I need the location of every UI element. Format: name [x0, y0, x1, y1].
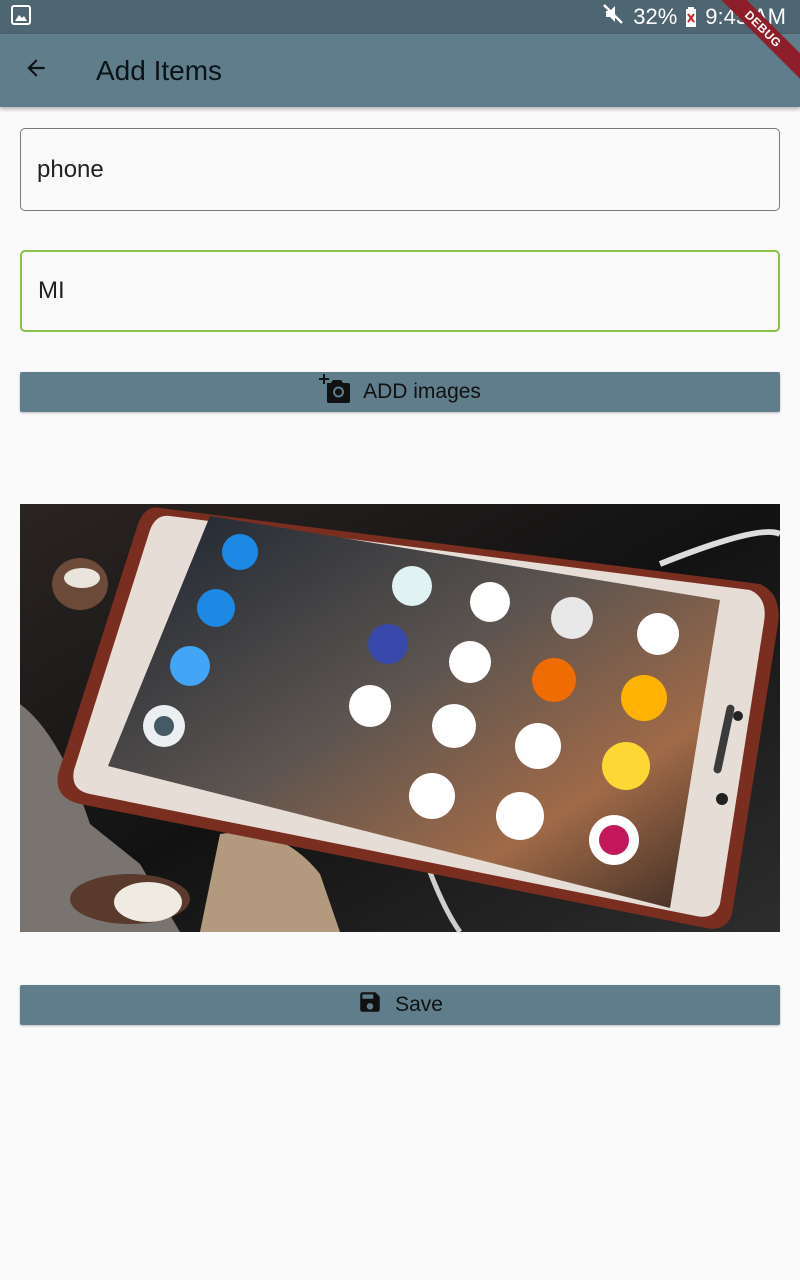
arrow-back-icon [23, 55, 49, 86]
mute-icon [601, 2, 625, 32]
item-name-value: phone [37, 155, 104, 183]
page-title: Add Items [96, 54, 223, 86]
gallery-icon [10, 4, 32, 31]
app-bar: Add Items [0, 34, 800, 107]
add-images-label: ADD images [363, 380, 481, 403]
back-button[interactable] [16, 51, 56, 91]
item-brand-field[interactable]: MI [20, 250, 780, 332]
add-a-photo-icon [319, 374, 351, 410]
battery-icon [685, 6, 697, 28]
item-brand-value: MI [38, 277, 65, 304]
save-button[interactable]: Save [20, 985, 780, 1025]
selected-image-preview [20, 504, 780, 932]
save-icon [357, 989, 383, 1021]
item-name-field[interactable]: phone [20, 128, 780, 211]
battery-percentage: 32% [633, 4, 678, 29]
save-label: Save [395, 993, 443, 1016]
add-images-button[interactable]: ADD images [20, 372, 780, 412]
status-bar: 32% 9:45 AM [0, 0, 800, 34]
